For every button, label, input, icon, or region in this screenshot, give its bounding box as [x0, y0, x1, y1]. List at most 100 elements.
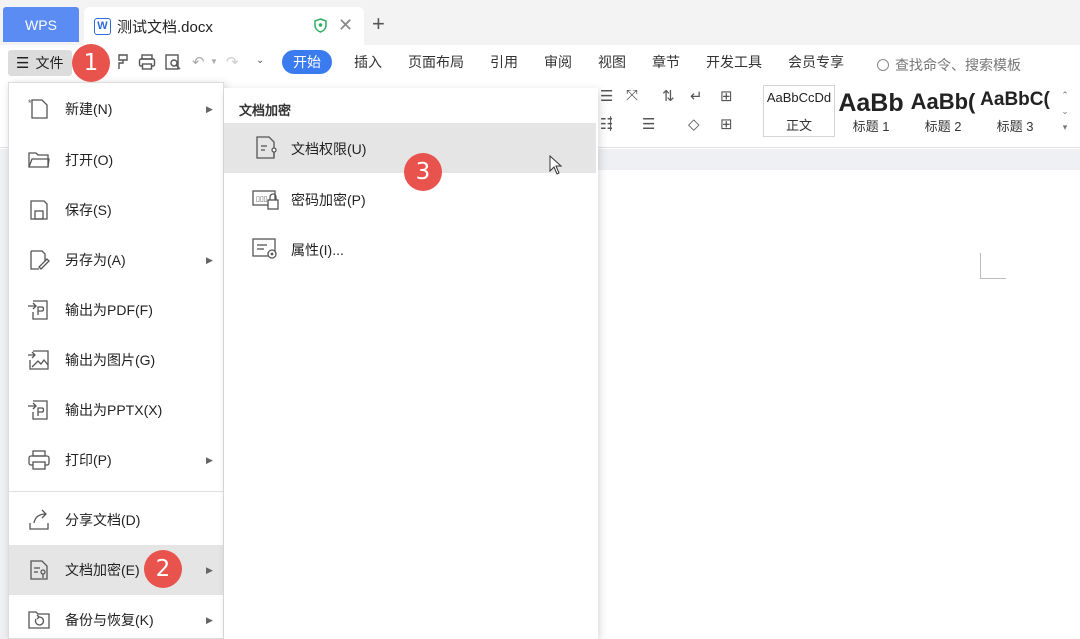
column-align-icon[interactable]: ⎸	[610, 115, 625, 132]
style-label: 正文	[785, 118, 812, 133]
style-sample: AaBb(	[910, 89, 976, 114]
tab-developer[interactable]: 开发工具	[706, 50, 762, 74]
svg-text:*: *	[28, 98, 32, 108]
new-file-icon: *	[28, 98, 48, 119]
menu-item-share[interactable]: 分享文档(D)	[9, 495, 223, 545]
tab-member[interactable]: 会员专享	[788, 50, 844, 74]
menu-item-label: 文档加密(E)	[65, 562, 140, 578]
menu-item-open[interactable]: 打开(O)	[9, 135, 223, 185]
document-tab[interactable]: W 测试文档.docx ✕	[84, 7, 364, 45]
backup-icon	[28, 611, 50, 629]
word-doc-icon: W	[94, 17, 111, 35]
tab-page-layout[interactable]: 页面布局	[408, 50, 464, 74]
share-icon	[29, 509, 49, 530]
submenu-item-label: 文档权限(U)	[291, 141, 367, 157]
document-tab-name: 测试文档.docx	[117, 18, 213, 36]
wps-home-tab[interactable]: WPS	[3, 7, 79, 42]
menu-item-export-image[interactable]: 输出为图片(G)	[9, 335, 223, 385]
style-heading-3[interactable]: AaBbC( 标题 3	[979, 85, 1051, 137]
print-preview-icon[interactable]	[164, 53, 182, 71]
tab-home[interactable]: 开始	[282, 50, 332, 74]
export-pdf-icon	[28, 300, 48, 320]
text-direction-icon[interactable]: ⤧	[626, 87, 638, 104]
close-tab-icon[interactable]: ✕	[338, 15, 353, 36]
properties-icon	[252, 238, 277, 259]
submenu-item-label: 属性(I)...	[291, 242, 344, 258]
line-spacing-icon[interactable]: ☰	[642, 115, 655, 133]
wps-home-label: WPS	[25, 16, 57, 33]
export-pptx-icon	[28, 400, 48, 420]
command-search[interactable]: 查找命令、搜索模板	[877, 55, 1021, 75]
style-heading-2[interactable]: AaBb( 标题 2	[907, 85, 979, 137]
menu-item-label: 输出为图片(G)	[65, 352, 156, 368]
search-placeholder: 查找命令、搜索模板	[895, 57, 1021, 73]
svg-text:▯▯▯: ▯▯▯	[256, 196, 268, 203]
menu-divider	[9, 491, 223, 492]
file-menu: * 新建(N) ▶ 打开(O) 保存(S) 另存为(A) ▶ 输出为PDF(F)…	[8, 82, 224, 639]
borders-icon[interactable]: ⊞	[720, 115, 733, 133]
print-icon	[28, 450, 50, 470]
encrypt-icon	[30, 560, 48, 580]
style-normal[interactable]: AaBbCcDd 正文	[763, 85, 835, 137]
undo-icon[interactable]: ↶	[192, 53, 205, 71]
menu-item-export-pptx[interactable]: 输出为PPTX(X)	[9, 385, 223, 435]
submenu-arrow-icon: ▶	[206, 614, 213, 625]
tab-references[interactable]: 引用	[490, 50, 518, 74]
submenu-arrow-icon: ▶	[206, 103, 213, 114]
menu-item-export-pdf[interactable]: 输出为PDF(F)	[9, 285, 223, 335]
tab-section[interactable]: 章节	[652, 50, 680, 74]
menu-item-save[interactable]: 保存(S)	[9, 185, 223, 235]
folder-open-icon	[28, 152, 50, 168]
document-page[interactable]	[598, 170, 1080, 639]
menu-item-label: 新建(N)	[65, 101, 113, 117]
mouse-cursor-icon	[549, 155, 563, 175]
style-heading-1[interactable]: AaBb 标题 1	[835, 85, 907, 137]
menu-item-backup[interactable]: 备份与恢复(K) ▶	[9, 595, 223, 639]
customize-toolbar-icon[interactable]: ⌄	[256, 55, 264, 66]
format-painter-icon[interactable]	[116, 53, 132, 71]
hamburger-icon: ☰	[16, 55, 30, 72]
menu-item-label: 输出为PPTX(X)	[65, 402, 163, 418]
export-image-icon	[28, 350, 49, 370]
sort-icon[interactable]: ⇅	[662, 87, 675, 105]
submenu-arrow-icon: ▶	[206, 254, 213, 265]
style-sample: AaBb	[838, 89, 904, 116]
shield-icon	[314, 18, 327, 33]
file-menu-label: 文件	[35, 55, 64, 71]
tab-view[interactable]: 视图	[598, 50, 626, 74]
print-quick-icon[interactable]	[138, 53, 156, 71]
paragraph-mark-icon[interactable]: ↵	[690, 87, 703, 105]
redo-icon[interactable]: ↷	[226, 53, 239, 71]
ribbon-tabs: 开始 插入 页面布局 引用 审阅 视图 章节 开发工具 会员专享	[282, 50, 870, 74]
menu-item-label: 打开(O)	[65, 152, 114, 168]
ruler-icon[interactable]: ⊞	[720, 87, 733, 105]
file-menu-button[interactable]: ☰ 文件	[8, 50, 72, 76]
new-tab-icon[interactable]: +	[372, 11, 385, 37]
menu-item-print[interactable]: 打印(P) ▶	[9, 435, 223, 485]
shading-icon[interactable]: ◇	[688, 115, 700, 133]
step-badge-2: 2	[144, 550, 182, 588]
style-gallery-scroll[interactable]: ⌃ ⌄ ▾	[1057, 87, 1073, 135]
password-lock-icon: ▯▯▯	[252, 190, 279, 210]
menu-toolbar: ☰ 文件 ↶ ▼ ↷ ⌄ 开始 插入 页面布局 引用 审阅 视图 章节 开发工具…	[0, 45, 1080, 81]
style-gallery: AaBbCcDd 正文 AaBb 标题 1 AaBb( 标题 2 AaBbC( …	[763, 85, 1051, 137]
style-label: 标题 1	[852, 119, 890, 134]
page-margin-marker	[980, 253, 1006, 279]
save-icon	[30, 200, 48, 220]
undo-dropdown-icon[interactable]: ▼	[210, 57, 218, 66]
step-badge-3: 3	[404, 153, 442, 191]
menu-item-encrypt[interactable]: 文档加密(E) ▶	[9, 545, 223, 595]
submenu-item-properties[interactable]: 属性(I)...	[224, 224, 596, 274]
tab-insert[interactable]: 插入	[354, 50, 382, 74]
search-icon	[877, 59, 889, 71]
menu-item-save-as[interactable]: 另存为(A) ▶	[9, 235, 223, 285]
tab-review[interactable]: 审阅	[544, 50, 572, 74]
menu-item-label: 分享文档(D)	[65, 512, 141, 528]
menu-item-new[interactable]: * 新建(N) ▶	[9, 84, 223, 134]
indent-icon[interactable]: ☰	[600, 87, 613, 105]
style-sample: AaBbCcDd	[766, 90, 832, 105]
menu-item-label: 另存为(A)	[65, 252, 126, 268]
style-sample: AaBbC(	[980, 89, 1050, 110]
style-label: 标题 3	[996, 119, 1034, 134]
submenu-item-label: 密码加密(P)	[291, 192, 366, 208]
